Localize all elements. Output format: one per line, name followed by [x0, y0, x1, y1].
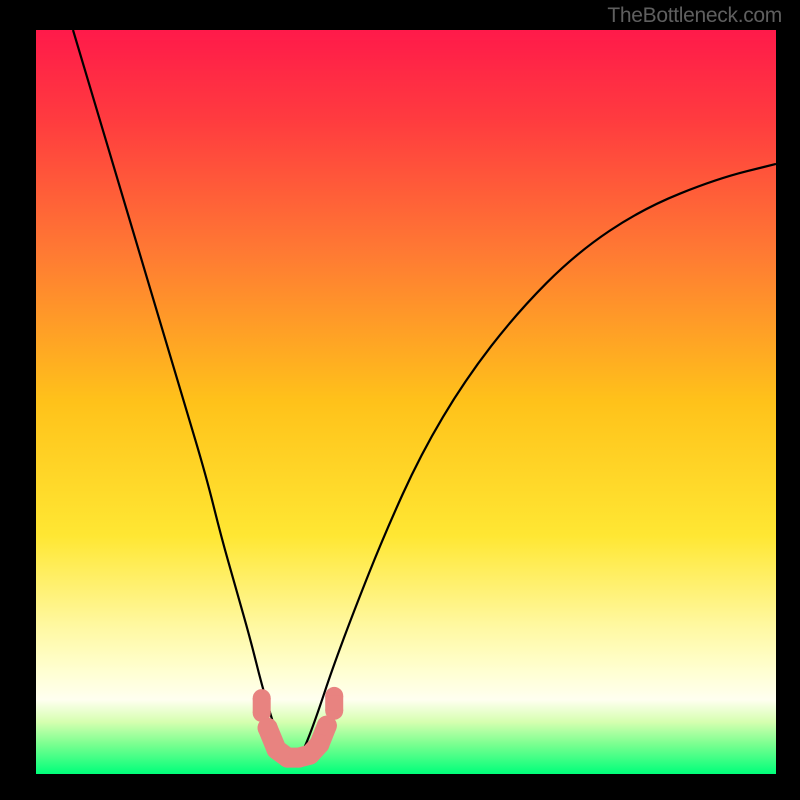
- chart-container: TheBottleneck.com: [0, 0, 800, 800]
- watermark-text: TheBottleneck.com: [607, 4, 782, 28]
- bottleneck-chart: [0, 0, 800, 800]
